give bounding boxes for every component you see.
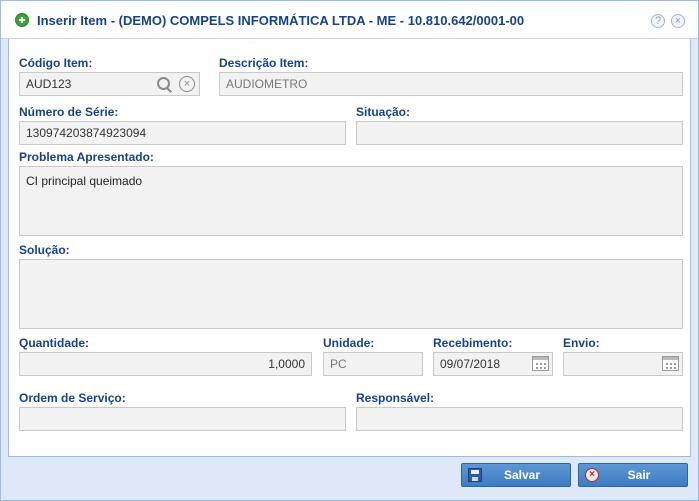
responsavel-label: Responsável: [356,391,435,405]
unidade-label: Unidade: [323,336,375,350]
numero-serie-label: Número de Série: [19,105,119,119]
codigo-item-label: Código Item: [19,56,93,70]
help-icon[interactable]: ? [651,14,665,28]
descricao-item-label: Descrição Item: [219,56,309,70]
close-icon[interactable]: × [671,14,685,28]
exit-icon: × [585,468,599,482]
floppy-disk-icon [468,468,482,482]
exit-button[interactable]: × Sair [578,463,688,487]
responsavel-input[interactable] [356,407,683,431]
insert-item-dialog: Inserir Item - (DEMO) COMPELS INFORMÁTIC… [0,0,699,501]
descricao-item-value: AUDIOMETRO [226,77,308,91]
ordem-servico-input[interactable] [19,407,346,431]
clear-icon[interactable]: × [179,76,195,92]
recebimento-value: 09/07/2018 [440,357,501,371]
ordem-servico-label: Ordem de Serviço: [19,391,126,405]
search-icon[interactable] [156,76,172,92]
numero-serie-value: 130974203874923094 [26,126,147,140]
save-button[interactable]: Salvar [461,463,571,487]
unidade-value: PC [330,357,347,371]
dialog-titlebar: Inserir Item - (DEMO) COMPELS INFORMÁTIC… [1,1,698,39]
envio-label: Envio: [563,336,600,350]
codigo-item-input[interactable]: AUD123 [19,72,200,96]
situacao-label: Situação: [356,105,411,119]
quantidade-value: 1,0000 [268,357,305,371]
solucao-label: Solução: [19,243,70,257]
calendar-icon[interactable] [662,356,679,371]
add-circle-icon [15,13,29,27]
descricao-item-field: AUDIOMETRO [219,72,683,96]
situacao-input[interactable] [356,121,683,145]
codigo-item-value: AUD123 [26,77,72,91]
dialog-title: Inserir Item - (DEMO) COMPELS INFORMÁTIC… [37,13,525,28]
calendar-icon[interactable] [532,356,549,371]
quantidade-label: Quantidade: [19,336,90,350]
problema-value: CI principal queimado [26,174,143,188]
recebimento-label: Recebimento: [433,336,513,350]
problema-label: Problema Apresentado: [19,150,154,164]
quantidade-input[interactable]: 1,0000 [19,352,312,376]
form-panel: Código Item: AUD123 × Descrição Item: AU… [8,39,691,457]
unidade-field: PC [323,352,423,376]
numero-serie-input[interactable]: 130974203874923094 [19,121,346,145]
problema-textarea[interactable]: CI principal queimado [19,166,683,236]
solucao-textarea[interactable] [19,259,683,329]
